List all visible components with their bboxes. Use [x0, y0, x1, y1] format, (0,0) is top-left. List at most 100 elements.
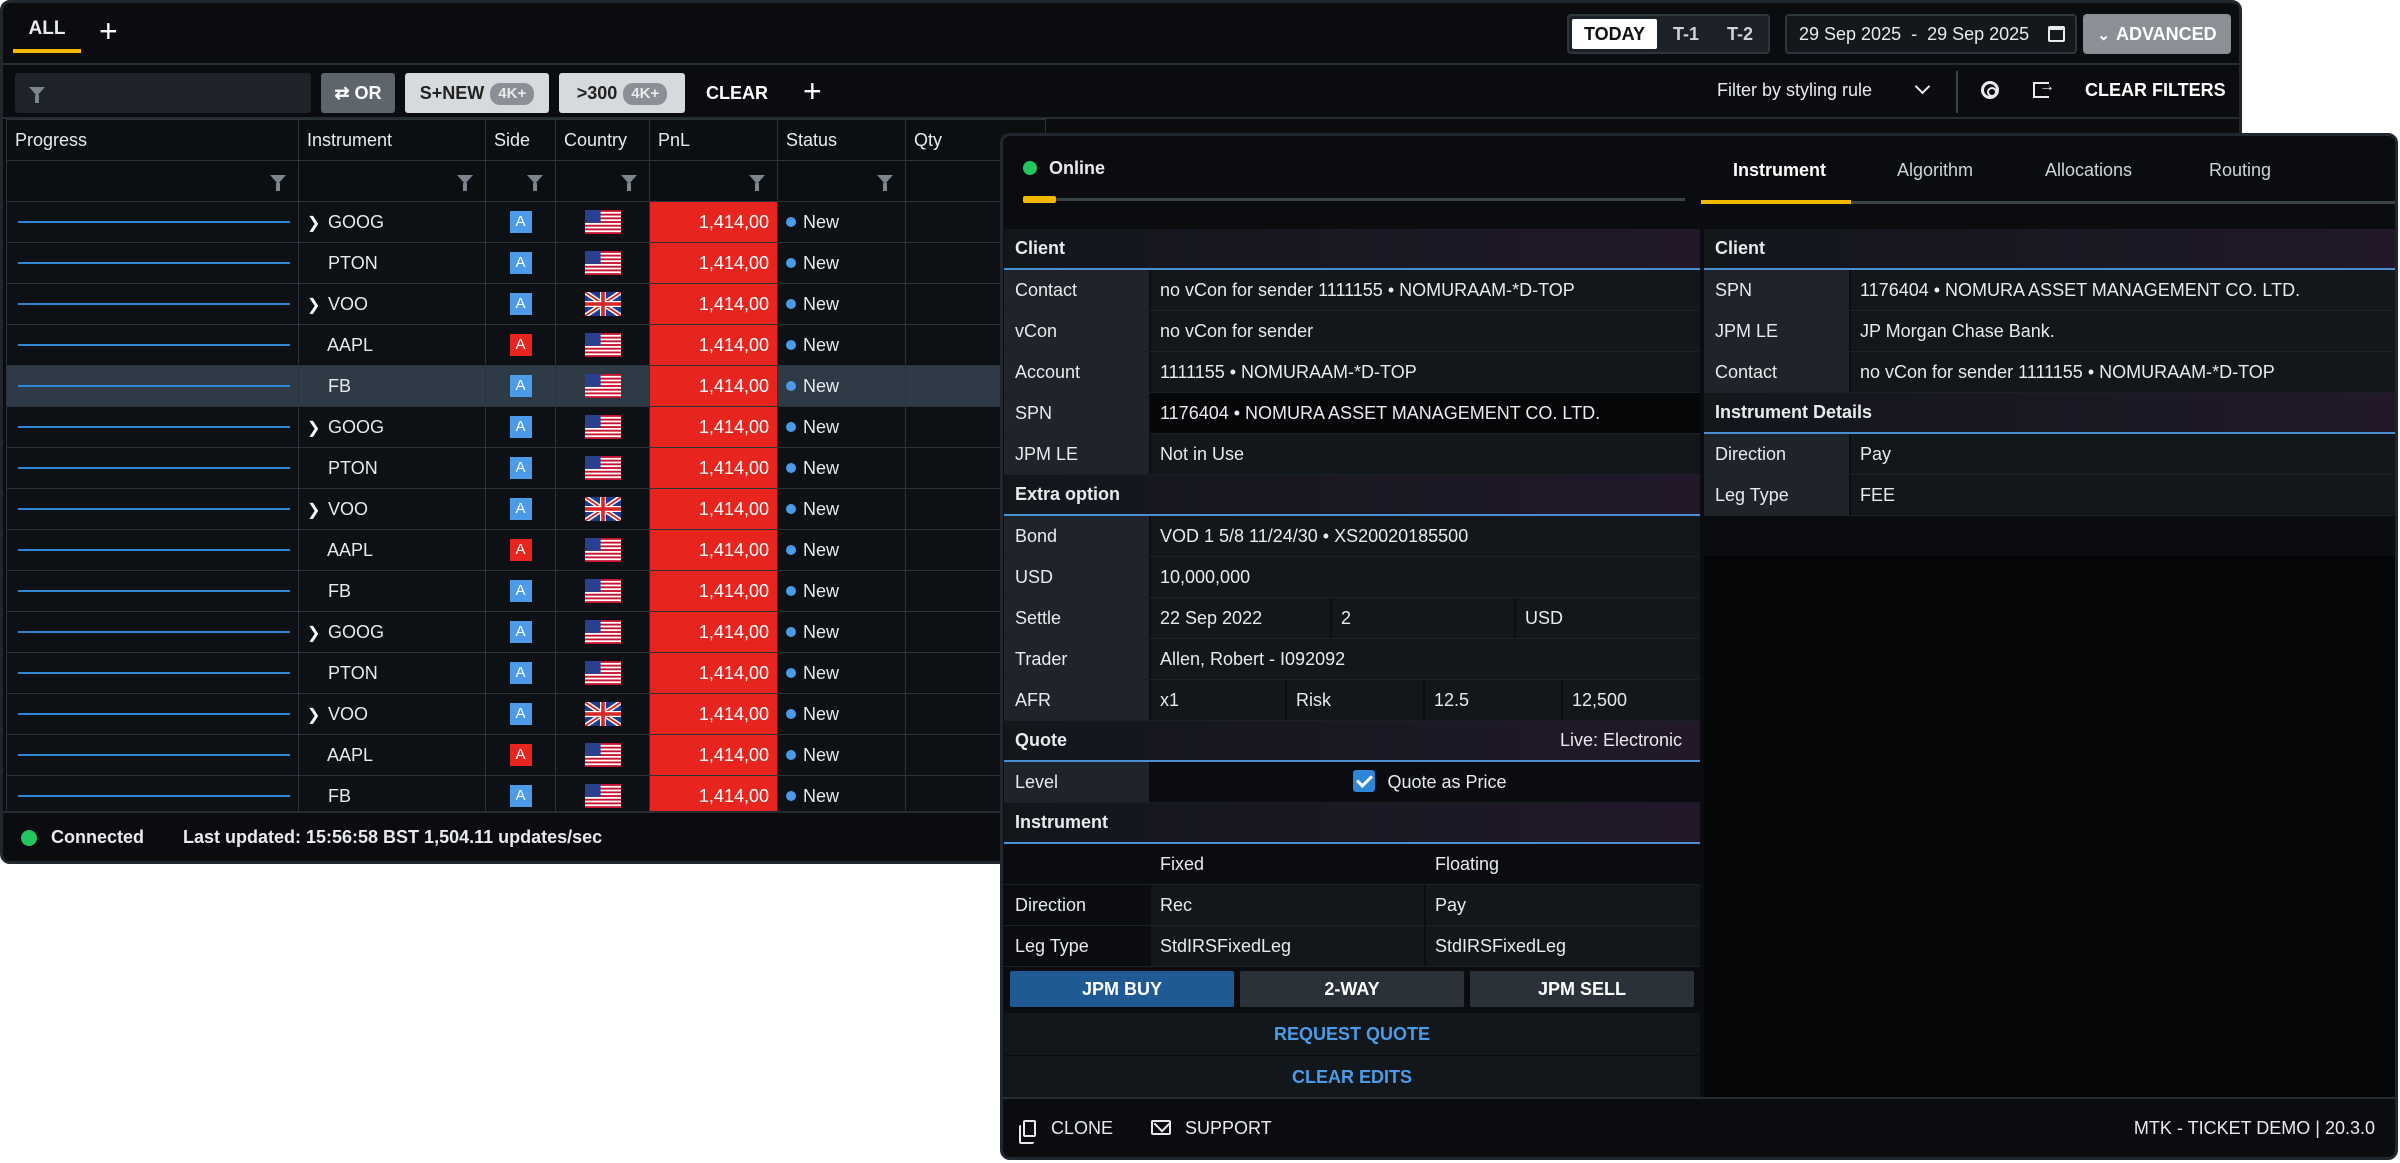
tab-instrument[interactable]: Instrument	[1733, 160, 1826, 181]
client-field-value[interactable]: 1176404 • NOMURA ASSET MANAGEMENT CO. LT…	[1149, 393, 1700, 433]
expand-chevron-icon[interactable]: ❯	[307, 500, 323, 520]
fixed-leg-field[interactable]: StdIRSFixedLeg	[1149, 926, 1424, 966]
trader-label: Trader	[1004, 639, 1149, 679]
or-label: OR	[354, 83, 382, 103]
table-row[interactable]: ❯ VOOA1,414,00New4,	[6, 488, 1046, 530]
notional-field[interactable]: 10,000,000	[1149, 557, 1700, 597]
client-field-value[interactable]: 1111155 • NOMURAAM-*D-TOP	[1149, 352, 1700, 392]
expand-chevron-icon[interactable]: ❯	[307, 623, 323, 643]
side-detail-field-label: Leg Type	[1704, 475, 1849, 515]
side-detail-field-value[interactable]: FEE	[1849, 475, 2395, 515]
afr-multiplier-field[interactable]: x1	[1149, 680, 1285, 720]
settle-date-field[interactable]: 22 Sep 2022	[1149, 598, 1330, 638]
settle-days-field[interactable]: 2	[1330, 598, 1514, 638]
quick-filter-input[interactable]	[15, 73, 311, 113]
side-client-field-row: JPM LE JP Morgan Chase Bank.	[1704, 311, 2395, 352]
bond-field[interactable]: VOD 1 5/8 11/24/30 • XS20020185500	[1149, 516, 1700, 556]
gear-icon[interactable]	[1981, 81, 1999, 99]
date-range-picker[interactable]: 29 Sep 2025 - 29 Sep 2025	[1785, 14, 2077, 54]
us-flag-icon	[584, 333, 621, 357]
table-row[interactable]: FBA1,414,00New1,	[6, 570, 1046, 612]
column-header-instrument[interactable]: Instrument	[298, 119, 486, 161]
side-client-field-value[interactable]: 1176404 • NOMURA ASSET MANAGEMENT CO. LT…	[1849, 270, 2395, 310]
trader-field[interactable]: Allen, Robert - I092092	[1149, 639, 1700, 679]
tab-algorithm[interactable]: Algorithm	[1897, 160, 1973, 181]
checkbox-checked-icon	[1353, 770, 1376, 792]
today-button[interactable]: TODAY	[1572, 19, 1658, 49]
expand-chevron-icon[interactable]: ❯	[307, 295, 323, 315]
column-header-pnl[interactable]: PnL	[649, 119, 778, 161]
tab-all[interactable]: ALL	[13, 9, 81, 53]
column-header-progress[interactable]: Progress	[6, 119, 299, 161]
progress-bar	[18, 508, 290, 510]
expand-chevron-icon[interactable]: ❯	[307, 213, 323, 233]
us-flag-icon	[584, 538, 621, 562]
table-row[interactable]: ❯ VOOA1,414,00New4,	[6, 693, 1046, 735]
table-row[interactable]: PTONA1,414,00New2,	[6, 447, 1046, 489]
t-1-button[interactable]: T-1	[1661, 19, 1711, 49]
expand-chevron-icon[interactable]: ❯	[307, 418, 323, 438]
pnl-cell: 1,414,00	[649, 734, 778, 776]
afr-type-field[interactable]: Risk	[1285, 680, 1423, 720]
over300-filter-button[interactable]: >300 4K+	[559, 73, 685, 113]
styling-rule-select[interactable]: Filter by styling rule	[1717, 78, 1931, 101]
column-header-country[interactable]: Country	[555, 119, 650, 161]
snew-filter-button[interactable]: S+NEW 4K+	[405, 73, 549, 113]
table-row[interactable]: ❯ VOOA1,414,00New4,	[6, 283, 1046, 325]
afr-rate-field[interactable]: 12.5	[1423, 680, 1561, 720]
progress-cell	[6, 570, 299, 612]
ticket-main-panel: Client Contact no vCon for sender 1111155…	[1004, 229, 1700, 1099]
table-row[interactable]: AAPLA1,414,00New4	[6, 324, 1046, 366]
clone-button[interactable]: CLONE	[1051, 1118, 1113, 1139]
advanced-button[interactable]: ⌄ ADVANCED	[2083, 14, 2231, 54]
support-button[interactable]: SUPPORT	[1185, 1118, 1272, 1139]
floating-leg-field[interactable]: StdIRSFixedLeg	[1424, 926, 1700, 966]
table-row[interactable]: ❯ GOOGA1,414,00New1,	[6, 611, 1046, 653]
ticket-progress-fill	[1023, 196, 1056, 203]
jpm-buy-button[interactable]: JPM BUY	[1010, 971, 1234, 1007]
column-filter-instrument[interactable]	[298, 160, 486, 202]
column-header-side[interactable]: Side	[485, 119, 556, 161]
two-way-button[interactable]: 2-WAY	[1240, 971, 1464, 1007]
clear-filters-button[interactable]: CLEAR FILTERS	[2085, 80, 2226, 101]
side-detail-field-value[interactable]: Pay	[1849, 434, 2395, 474]
column-filter-side[interactable]	[485, 160, 556, 202]
client-field-value[interactable]: no vCon for sender 1111155 • NOMURAAM-*D…	[1149, 270, 1700, 310]
table-row[interactable]: AAPLA1,414,00New4	[6, 529, 1046, 571]
clear-edits-button[interactable]: CLEAR EDITS	[1004, 1056, 1700, 1099]
column-filter-country[interactable]	[555, 160, 650, 202]
client-field-value[interactable]: no vCon for sender	[1149, 311, 1700, 351]
clear-button[interactable]: CLEAR	[693, 73, 781, 113]
afr-amount-field[interactable]: 12,500	[1561, 680, 1700, 720]
table-row[interactable]: ❯ GOOGA1,414,00New1,	[6, 201, 1046, 243]
table-row[interactable]: FBA1,414,00New1,	[6, 365, 1046, 407]
client-field-value[interactable]: Not in Use	[1149, 434, 1700, 474]
add-filter-button[interactable]: +	[803, 75, 822, 107]
table-row[interactable]: PTONA1,414,00New2,	[6, 242, 1046, 284]
floating-leg-field[interactable]: Pay	[1424, 885, 1700, 925]
table-row[interactable]: PTONA1,414,00New2,	[6, 652, 1046, 694]
instrument-cell: ❯ VOO	[298, 693, 486, 735]
export-icon[interactable]	[2033, 78, 2055, 98]
settle-currency-field[interactable]: USD	[1514, 598, 1700, 638]
request-quote-button[interactable]: REQUEST QUOTE	[1004, 1013, 1700, 1056]
t-2-button[interactable]: T-2	[1715, 19, 1765, 49]
side-client-field-value[interactable]: JP Morgan Chase Bank.	[1849, 311, 2395, 351]
tab-allocations[interactable]: Allocations	[2045, 160, 2132, 181]
column-header-status[interactable]: Status	[777, 119, 906, 161]
afr-label: AFR	[1004, 680, 1149, 720]
or-toggle-button[interactable]: ⇄ OR	[321, 73, 395, 113]
column-filter-progress[interactable]	[6, 160, 299, 202]
table-row[interactable]: AAPLA1,414,00New4	[6, 734, 1046, 776]
add-tab-button[interactable]: +	[99, 15, 118, 47]
tab-routing[interactable]: Routing	[2209, 160, 2271, 181]
column-filter-status[interactable]	[777, 160, 906, 202]
us-flag-icon	[584, 743, 621, 767]
table-row[interactable]: ❯ GOOGA1,414,00New1,	[6, 406, 1046, 448]
quote-as-price-checkbox[interactable]: Quote as Price	[1149, 762, 1700, 802]
expand-chevron-icon[interactable]: ❯	[307, 705, 323, 725]
side-client-field-value[interactable]: no vCon for sender 1111155 • NOMURAAM-*D…	[1849, 352, 2395, 392]
column-filter-pnl[interactable]	[649, 160, 778, 202]
fixed-leg-field[interactable]: Rec	[1149, 885, 1424, 925]
jpm-sell-button[interactable]: JPM SELL	[1470, 971, 1694, 1007]
